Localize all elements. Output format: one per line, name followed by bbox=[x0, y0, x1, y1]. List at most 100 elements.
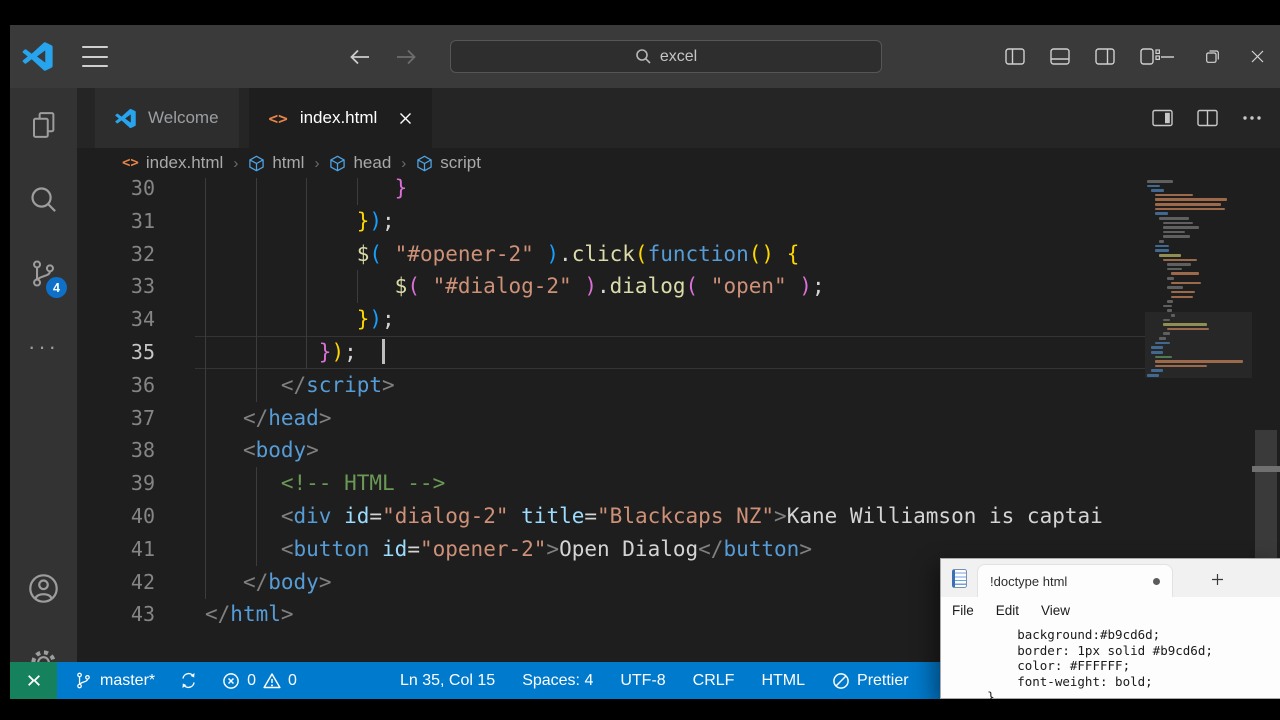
menu-file[interactable]: File bbox=[941, 603, 985, 618]
chevron-right-icon: › bbox=[314, 155, 319, 172]
toggle-secondary-sidebar-icon[interactable] bbox=[1095, 48, 1115, 65]
minimap-line bbox=[1155, 208, 1225, 211]
more-views-icon[interactable]: ··· bbox=[10, 310, 77, 384]
open-preview-icon[interactable] bbox=[1152, 109, 1173, 127]
close-tab-icon[interactable] bbox=[399, 112, 412, 125]
minimap-line bbox=[1151, 351, 1163, 354]
minimap-line bbox=[1155, 203, 1221, 206]
chevron-right-icon: › bbox=[401, 155, 406, 172]
notepad-window: !doctype html File Edit View background:… bbox=[940, 558, 1280, 699]
remote-indicator[interactable] bbox=[10, 662, 57, 699]
cursor-position-status[interactable]: Ln 35, Col 15 bbox=[400, 672, 495, 690]
notepad-content[interactable]: background:#b9cd6d; border: 1px solid #b… bbox=[941, 624, 1280, 700]
indentation-status[interactable]: Spaces: 4 bbox=[522, 672, 593, 690]
back-arrow-icon[interactable] bbox=[348, 47, 372, 67]
minimap-line bbox=[1155, 212, 1168, 215]
minimap-line bbox=[1167, 286, 1183, 289]
source-control-icon[interactable]: 4 bbox=[10, 236, 77, 310]
code-line[interactable]: 35 }); bbox=[77, 336, 1145, 369]
minimap-line bbox=[1159, 337, 1166, 340]
notepad-text-line: background:#b9cd6d; bbox=[957, 627, 1280, 643]
breadcrumb-item-head[interactable]: head bbox=[329, 153, 391, 173]
minimap-line bbox=[1171, 282, 1201, 285]
breadcrumb-item-script[interactable]: script bbox=[416, 153, 481, 173]
encoding-status[interactable]: UTF-8 bbox=[620, 672, 665, 690]
split-editor-icon[interactable] bbox=[1197, 109, 1218, 127]
scm-badge: 4 bbox=[46, 277, 67, 298]
new-tab-button[interactable] bbox=[1203, 567, 1231, 591]
code-line[interactable]: 37 </head> bbox=[77, 402, 1145, 435]
search-icon[interactable] bbox=[10, 162, 77, 236]
explorer-icon[interactable] bbox=[10, 88, 77, 162]
code-line[interactable]: 32 $( "#opener-2" ).click(function() { bbox=[77, 238, 1145, 271]
line-number: 36 bbox=[77, 369, 155, 402]
command-search-box[interactable]: excel bbox=[450, 40, 882, 73]
minimap-line bbox=[1167, 309, 1172, 312]
search-icon bbox=[635, 48, 652, 65]
code-line[interactable]: 30 } bbox=[77, 178, 1145, 205]
plus-icon bbox=[1211, 573, 1224, 586]
problems-status[interactable]: 0 0 bbox=[222, 672, 297, 690]
minimap-line bbox=[1159, 217, 1189, 220]
code-line[interactable]: 34 }); bbox=[77, 303, 1145, 336]
notepad-tab[interactable]: !doctype html bbox=[977, 564, 1173, 597]
language-mode-status[interactable]: HTML bbox=[761, 672, 805, 690]
breadcrumb-item-html[interactable]: html bbox=[248, 153, 304, 173]
branch-icon bbox=[74, 671, 93, 690]
tab-index-html[interactable]: <> index.html bbox=[249, 88, 433, 148]
menu-view[interactable]: View bbox=[1030, 603, 1081, 618]
minimap-line bbox=[1155, 198, 1227, 201]
code-line[interactable]: 39 <!-- HTML --> bbox=[77, 467, 1145, 500]
restore-button[interactable] bbox=[1190, 25, 1235, 88]
line-number: 39 bbox=[77, 467, 155, 500]
minimize-button[interactable] bbox=[1145, 25, 1190, 88]
close-window-button[interactable] bbox=[1235, 25, 1280, 88]
git-branch-status[interactable]: master* bbox=[74, 671, 155, 690]
line-number: 33 bbox=[77, 270, 155, 303]
minimap-line bbox=[1163, 226, 1199, 229]
line-number: 43 bbox=[77, 598, 155, 631]
warnings-icon bbox=[263, 672, 281, 690]
minimap-slider[interactable] bbox=[1145, 312, 1252, 378]
forward-arrow-icon[interactable] bbox=[394, 47, 418, 67]
screen-letterbox-top bbox=[0, 0, 1280, 25]
minimap-line bbox=[1163, 323, 1207, 326]
screen-letterbox-left bbox=[0, 0, 10, 720]
menu-edit[interactable]: Edit bbox=[985, 603, 1030, 618]
chevron-right-icon: › bbox=[233, 155, 238, 172]
formatter-status[interactable]: Prettier bbox=[832, 672, 909, 690]
code-line[interactable]: 33 $( "#dialog-2" ).dialog( "open" ); bbox=[77, 270, 1145, 303]
toggle-sidebar-icon[interactable] bbox=[1005, 48, 1025, 65]
code-line[interactable]: 40 <div id="dialog-2" title="Blackcaps N… bbox=[77, 500, 1145, 533]
search-value: excel bbox=[660, 48, 697, 66]
minimap-line bbox=[1167, 300, 1173, 303]
accounts-icon[interactable] bbox=[10, 551, 77, 625]
notepad-menu-bar: File Edit View bbox=[941, 597, 1280, 624]
toggle-panel-icon[interactable] bbox=[1050, 48, 1070, 65]
symbol-cube-icon bbox=[248, 155, 265, 172]
notepad-text-line: border: 1px solid #b9cd6d; bbox=[957, 643, 1280, 659]
symbol-cube-icon bbox=[416, 155, 433, 172]
minimap-line bbox=[1155, 249, 1169, 252]
sync-button[interactable] bbox=[179, 671, 198, 690]
activity-bar: 4 ··· bbox=[10, 88, 77, 699]
tab-welcome[interactable]: Welcome bbox=[95, 88, 239, 148]
line-number: 37 bbox=[77, 402, 155, 435]
notepad-text-line: color: #FFFFFF; bbox=[957, 658, 1280, 674]
line-number: 35 bbox=[77, 336, 155, 369]
minimap-line bbox=[1167, 268, 1182, 271]
breadcrumb-item-file[interactable]: <> index.html bbox=[122, 153, 223, 173]
code-line[interactable]: 31 }); bbox=[77, 205, 1145, 238]
minimap-line bbox=[1151, 369, 1163, 372]
minimap-line bbox=[1147, 374, 1159, 377]
code-line[interactable]: 38 <body> bbox=[77, 434, 1145, 467]
more-actions-icon[interactable] bbox=[1242, 115, 1262, 121]
eol-status[interactable]: CRLF bbox=[693, 672, 735, 690]
line-number: 41 bbox=[77, 533, 155, 566]
unsaved-indicator-icon bbox=[1153, 578, 1160, 585]
minimap-line bbox=[1163, 231, 1185, 234]
menu-hamburger-icon[interactable] bbox=[82, 46, 108, 67]
code-line[interactable]: 36 </script> bbox=[77, 369, 1145, 402]
line-number: 40 bbox=[77, 500, 155, 533]
text-cursor bbox=[382, 339, 385, 364]
